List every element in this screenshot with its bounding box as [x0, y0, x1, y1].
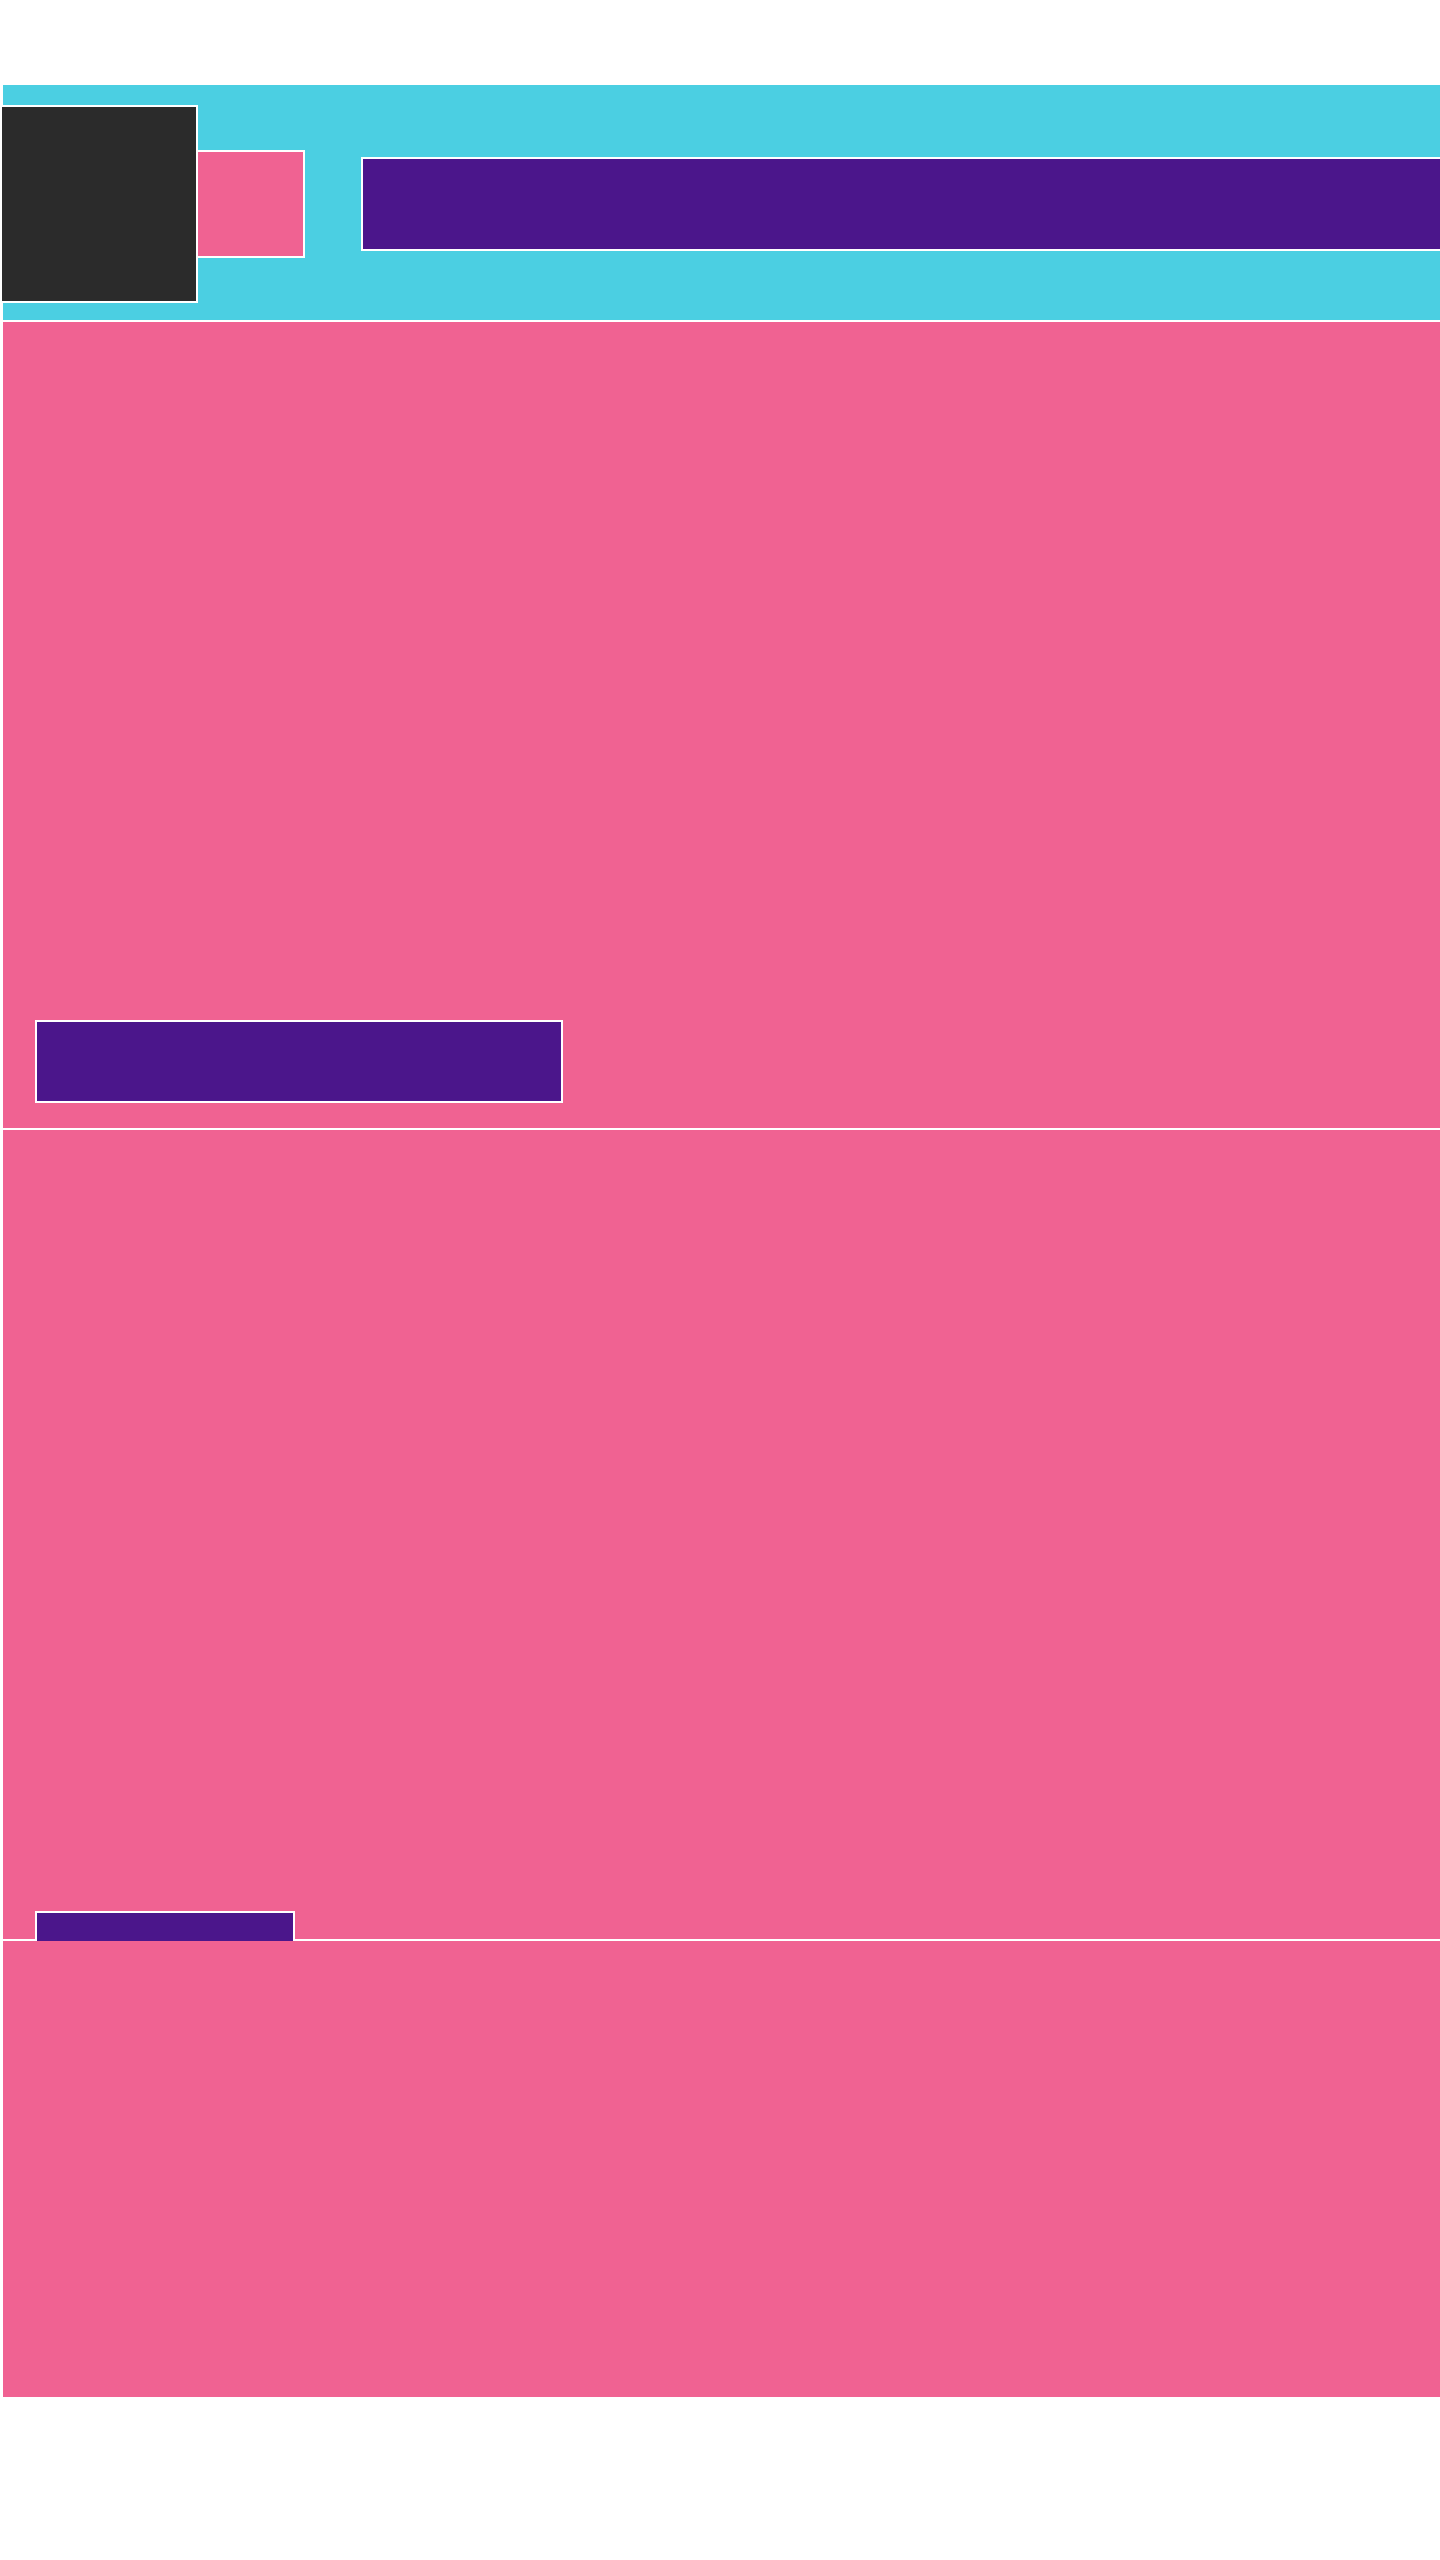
- content-section-2: [3, 1130, 1440, 1993]
- section-1-cta-button[interactable]: [35, 1020, 563, 1103]
- search-input[interactable]: [361, 157, 1440, 251]
- site-header: [0, 85, 1440, 322]
- content-section-3: [3, 1941, 1440, 2397]
- content-section-1: [3, 322, 1440, 1130]
- menu-icon[interactable]: [198, 150, 305, 258]
- site-logo[interactable]: [0, 105, 198, 303]
- page-frame: [0, 85, 1440, 2397]
